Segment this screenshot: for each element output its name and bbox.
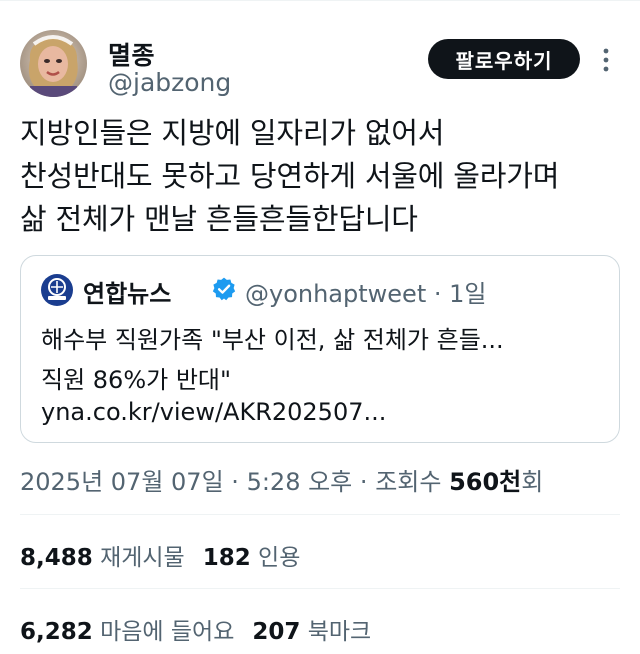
quoted-link[interactable]: yna.co.kr/view/AKR202507... <box>41 398 386 426</box>
quoted-text-line: 직원 86%가 반대" <box>41 366 232 394</box>
verified-badge-icon <box>212 277 236 301</box>
quotes-label: 인용 <box>258 545 301 571</box>
likes-label: 마음에 들어요 <box>100 619 235 645</box>
reposts-count: 8,488 <box>20 545 93 571</box>
reposts-label: 재게시물 <box>100 545 185 571</box>
views-count: 560천 <box>449 468 522 496</box>
reposts-stat[interactable]: 8,488 재게시물 <box>20 545 185 571</box>
tweet-time[interactable]: 5:28 오후 <box>247 468 353 496</box>
stats-row-reposts: 8,488 재게시물 182 인용 <box>20 538 300 572</box>
stats-row-likes: 6,282 마음에 들어요 207 북마크 <box>20 612 371 646</box>
quoted-meta: @yonhaptweet · 1일 <box>245 274 487 309</box>
avatar[interactable] <box>20 30 87 97</box>
divider <box>20 514 620 515</box>
more-vertical-icon[interactable] <box>598 46 614 74</box>
tweet-date[interactable]: 2025년 07월 07일 <box>20 468 224 496</box>
top-divider <box>0 0 640 1</box>
quoted-tweet-card[interactable]: 연합뉴스 @yonhaptweet · 1일 해수부 직원가족 "부산 이전, … <box>20 255 620 443</box>
views-label: 조회수 <box>375 468 442 496</box>
quoted-handle[interactable]: @yonhaptweet <box>245 280 426 308</box>
divider <box>20 588 620 589</box>
meta-separator: · <box>231 468 239 496</box>
bookmarks-label: 북마크 <box>307 619 372 645</box>
quoted-age: 1일 <box>449 280 487 308</box>
tweet-line: 찬성반대도 못하고 당연하게 서울에 올라가며 <box>20 159 560 193</box>
user-handle[interactable]: @jabzong <box>108 68 231 97</box>
tweet-line: 지방인들은 지방에 일자리가 없어서 <box>20 116 445 150</box>
likes-count: 6,282 <box>20 619 93 645</box>
tweet-text: 지방인들은 지방에 일자리가 없어서 찬성반대도 못하고 당연하게 서울에 올라… <box>20 112 625 241</box>
bookmarks-count: 207 <box>252 619 301 645</box>
quotes-count: 182 <box>202 545 251 571</box>
quotes-stat[interactable]: 182 인용 <box>203 545 301 571</box>
bookmarks-stat[interactable]: 207 북마크 <box>252 619 371 645</box>
likes-stat[interactable]: 6,282 마음에 들어요 <box>20 619 234 645</box>
tweet-timestamp: 2025년 07월 07일 · 5:28 오후 · 조회수 560천회 <box>20 462 543 497</box>
quoted-author-name[interactable]: 연합뉴스 <box>83 274 171 309</box>
quoted-text-line: 해수부 직원가족 "부산 이전, 삶 전체가 흔들... <box>41 326 504 354</box>
views-suffix: 회 <box>521 468 544 496</box>
tweet-line: 삶 전체가 맨날 흔들흔들한답니다 <box>20 202 418 236</box>
yonhap-logo-icon <box>41 274 73 306</box>
display-name[interactable]: 멸종 <box>108 36 155 72</box>
follow-button[interactable]: 팔로우하기 <box>428 39 580 79</box>
avatar-image <box>20 30 87 97</box>
meta-separator: · <box>359 468 368 496</box>
meta-separator: · <box>433 280 442 308</box>
